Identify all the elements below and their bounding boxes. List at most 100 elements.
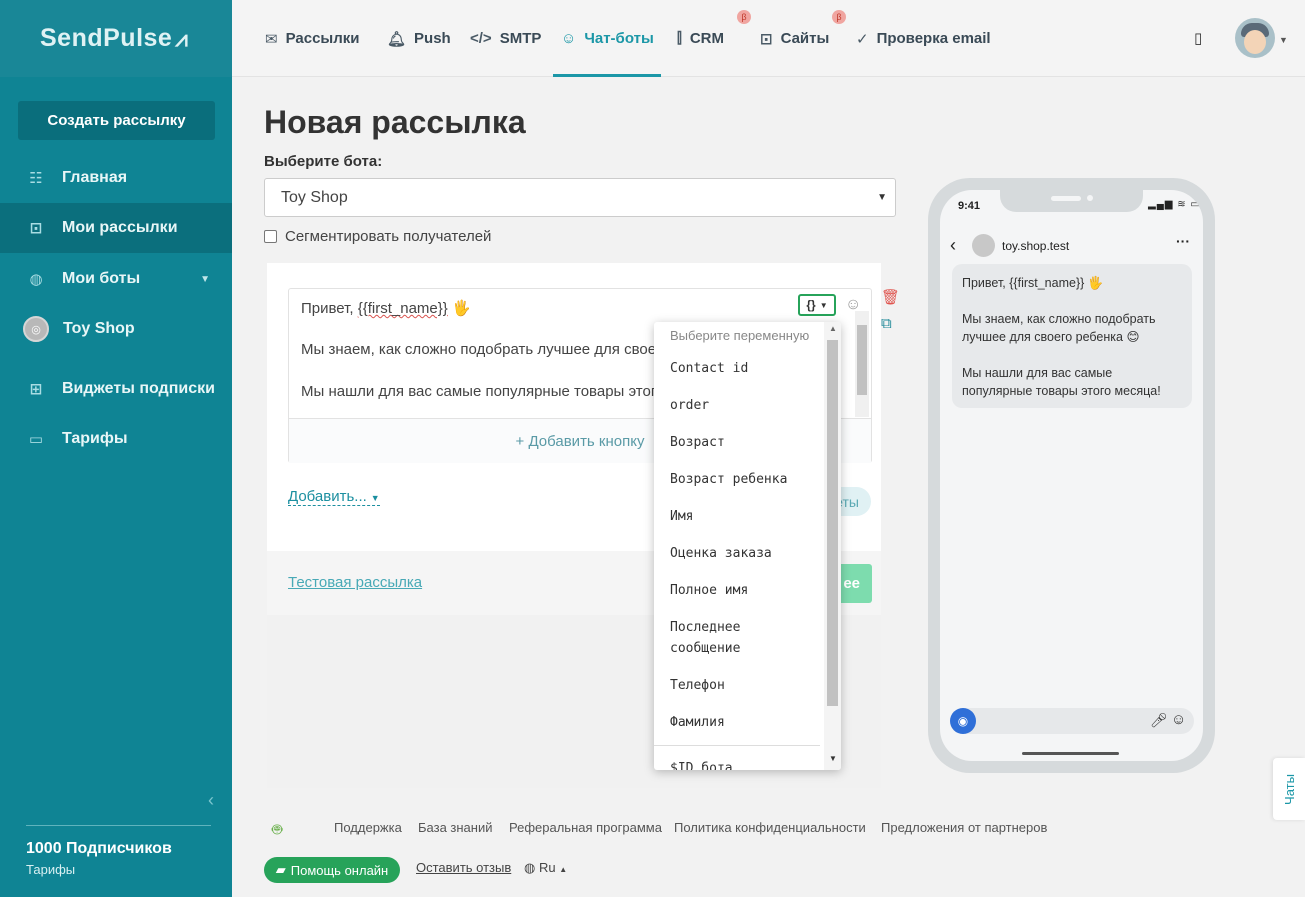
variable-option[interactable]: Имя <box>670 506 820 527</box>
tab-crm[interactable]: ⫿ CRM <box>677 0 724 77</box>
sidebar-item-my-bots[interactable]: ◍ Мои боты ▼ <box>0 254 232 304</box>
dropdown-scrollbar[interactable]: ▲ ▼ <box>824 322 841 770</box>
footer-link-partners[interactable]: Предложения от партнеров <box>881 820 1047 835</box>
widget-icon: ⊞ <box>29 381 43 398</box>
sidebar-item-home[interactable]: ☷ Главная <box>0 153 232 203</box>
variable-option[interactable]: Возраст ребенка <box>670 469 820 490</box>
plan-link[interactable]: Тарифы <box>26 862 75 877</box>
variable-option[interactable]: order <box>670 395 820 416</box>
variable-option[interactable]: $ID бота <box>670 758 820 770</box>
chat-bot-icon: ☺ <box>561 30 577 47</box>
create-campaign-button[interactable]: Создать рассылку <box>18 101 215 140</box>
online-help-button[interactable]: ▰ Помощь онлайн <box>264 857 400 883</box>
chat-bubble-icon: ▰ <box>275 862 286 877</box>
instagram-icon: ◎ <box>23 316 49 342</box>
sidebar-item-label: Виджеты подписки <box>62 380 215 397</box>
smile-icon: ☺ <box>1171 711 1187 728</box>
language-selector[interactable]: ◍ Ru ▲ <box>524 860 567 876</box>
collapse-sidebar-icon[interactable]: ‹ <box>208 790 214 811</box>
mobile-icon[interactable]: ▯ <box>1194 29 1202 47</box>
test-send-link[interactable]: Тестовая рассылка <box>288 574 422 591</box>
tab-campaigns[interactable]: ✉ Рассылки <box>265 0 359 77</box>
divider <box>654 745 820 746</box>
sidebar-item-toy-shop[interactable]: ◎ Toy Shop <box>0 304 232 354</box>
tab-chatbots[interactable]: ☺ Чат-боты <box>561 0 654 77</box>
tab-push[interactable]: 🔔︎ Push <box>387 0 451 77</box>
caret-down-icon: ▼ <box>370 493 380 503</box>
scroll-down-icon[interactable]: ▼ <box>829 754 837 763</box>
variable-option[interactable]: Телефон <box>670 675 820 696</box>
tab-smtp[interactable]: </> SMTP <box>470 0 541 77</box>
variable-option[interactable]: Contact id <box>670 358 820 379</box>
bubble-line: Привет, {{first_name}} 🖐 <box>962 276 1104 290</box>
bell-icon: 🔔︎ <box>387 30 407 48</box>
copy-icon[interactable]: ⧉ <box>881 315 892 332</box>
editor-scrollbar[interactable] <box>855 311 869 417</box>
variable-option[interactable]: Фамилия <box>670 712 820 733</box>
chats-tab[interactable]: Чаты <box>1273 758 1305 820</box>
variable-option[interactable]: Полное имя <box>670 580 820 601</box>
feedback-link[interactable]: Оставить отзыв <box>416 860 511 875</box>
status-time: 9:41 <box>958 200 981 212</box>
beta-badge: β <box>832 10 846 24</box>
sidebar-item-pricing[interactable]: ▭ Тарифы <box>0 414 232 464</box>
globe-icon: ◍ <box>29 271 43 288</box>
app-icons: 🤖︎ <box>264 818 282 842</box>
variable-option[interactable]: Возраст <box>670 432 820 453</box>
message-bubble: Привет, {{first_name}} 🖐 Мы знаем, как с… <box>952 264 1192 408</box>
sidebar-item-label: Toy Shop <box>63 320 135 337</box>
tab-label: Push <box>414 30 451 47</box>
phone-notch <box>1000 190 1143 212</box>
tab-email-verification[interactable]: ✓ Проверка email <box>856 0 991 77</box>
segment-checkbox[interactable] <box>264 230 277 243</box>
bot-select-label: Выберите бота: <box>264 153 383 170</box>
sidebar-item-label: Тарифы <box>62 430 128 447</box>
sidebar-item-my-campaigns[interactable]: ⊡ Мои рассылки <box>0 203 232 253</box>
insert-variable-button[interactable]: {} ▼ <box>798 294 836 316</box>
home-indicator <box>1022 752 1119 755</box>
more-icon[interactable]: ··· <box>1176 233 1190 249</box>
footer-link-knowledge-base[interactable]: База знаний <box>418 820 493 835</box>
tab-label: Сайты <box>780 30 830 47</box>
sidebar-item-widgets[interactable]: ⊞ Виджеты подписки <box>0 364 232 414</box>
tab-label: Чат-боты <box>584 30 654 47</box>
tab-sites[interactable]: ⊡ Сайты <box>760 0 829 77</box>
tab-label: SMTP <box>499 30 542 47</box>
sidebar: SendPulse ⩘ Создать рассылку ☷ Главная ⊡ … <box>0 0 232 897</box>
caret-down-icon: ▼ <box>819 300 828 310</box>
trash-icon[interactable]: 🗑︎ <box>881 288 900 306</box>
scrollbar-thumb[interactable] <box>827 340 838 706</box>
variable-token: {{first_name}} <box>357 300 448 317</box>
chats-tab-label: Чаты <box>1281 773 1297 805</box>
footer-link-privacy[interactable]: Политика конфиденциальности <box>674 820 866 835</box>
dropdown-header: Выберите переменную <box>670 328 810 343</box>
footer-link-support[interactable]: Поддержка <box>334 820 402 835</box>
variable-dropdown: Выберите переменную Contact id order Воз… <box>654 322 841 770</box>
editor-line-1: Привет, {{first_name}} 🖐 <box>301 299 471 317</box>
back-icon[interactable]: ‹ <box>950 235 956 256</box>
variable-option[interactable]: Оценка заказа <box>670 543 820 564</box>
caret-down-icon[interactable]: ▼ <box>1279 35 1288 45</box>
bot-select[interactable]: Toy Shop ▼ <box>264 178 896 217</box>
wallet-icon: ▭ <box>28 431 44 448</box>
scroll-up-icon[interactable]: ▲ <box>829 324 837 333</box>
logo[interactable]: SendPulse ⩘ <box>0 0 232 77</box>
envelope-icon: ✉ <box>265 30 278 48</box>
footer-link-referral[interactable]: Реферальная программа <box>509 820 662 835</box>
avatar <box>972 234 995 257</box>
segment-option[interactable]: Сегментировать получателей <box>264 228 491 245</box>
site-icon: ⊡ <box>760 30 773 48</box>
bubble-line: Мы нашли для вас самые популярные товары… <box>962 366 1161 398</box>
scrollbar-thumb[interactable] <box>857 325 867 395</box>
add-more-dropdown[interactable]: Добавить... ▼ <box>288 488 380 506</box>
chat-input: ◉ 🎤︎ ☺ <box>950 708 1194 734</box>
bot-select-value: Toy Shop <box>281 188 348 206</box>
divider <box>26 825 211 826</box>
tab-label: Проверка email <box>876 30 991 47</box>
variable-option[interactable]: Последнее сообщение <box>670 617 780 659</box>
avatar[interactable] <box>1235 18 1275 58</box>
crm-icon: ⫿ <box>677 30 682 47</box>
android-icon[interactable]: 🤖︎ <box>272 820 282 839</box>
beta-badge: β <box>737 10 751 24</box>
sliders-icon: ☷ <box>29 170 43 187</box>
